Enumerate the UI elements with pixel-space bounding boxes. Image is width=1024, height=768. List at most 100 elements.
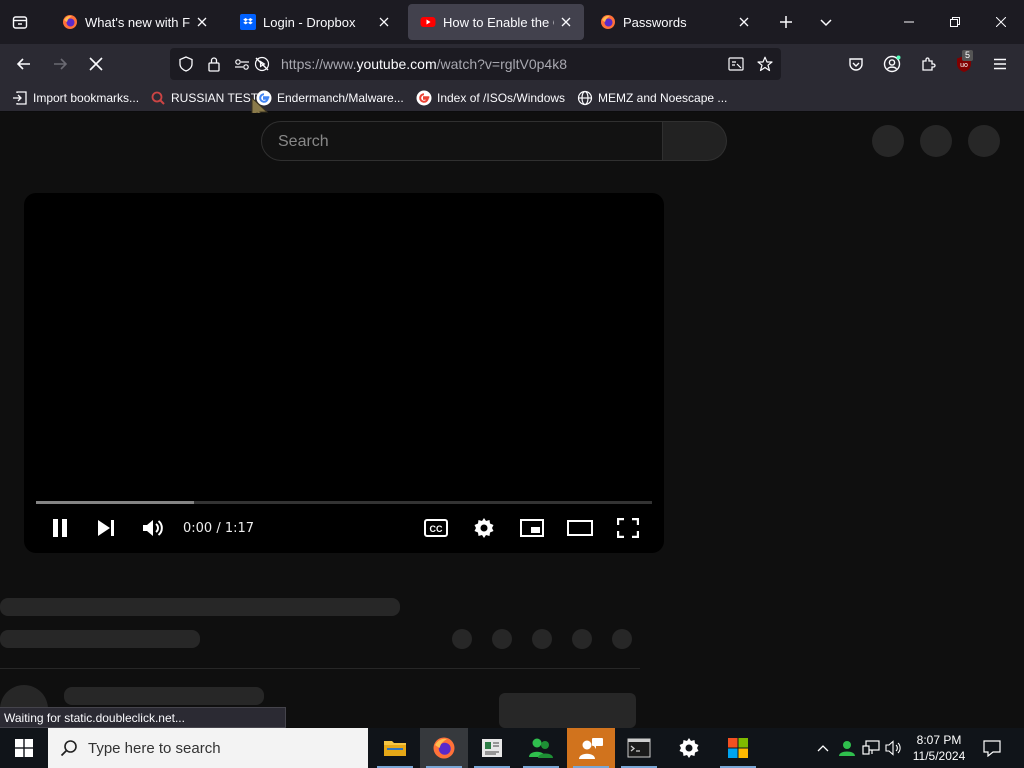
file-explorer-icon[interactable] bbox=[371, 728, 419, 768]
subscribe-placeholder bbox=[499, 693, 636, 728]
autoplay-blocked-icon[interactable] bbox=[254, 56, 270, 72]
url-text[interactable]: https://www.youtube.com/watch?v=rgltV0p4… bbox=[281, 56, 567, 72]
dropbox-icon bbox=[240, 14, 256, 30]
new-tab-icon[interactable] bbox=[770, 6, 802, 38]
terminal-icon[interactable] bbox=[615, 728, 663, 768]
firefox-icon bbox=[600, 14, 616, 30]
tab-title: Login - Dropbox bbox=[263, 14, 356, 30]
video-progress-bar[interactable] bbox=[36, 501, 652, 504]
subtitle-placeholder bbox=[0, 630, 200, 648]
bookmark-label: Index of /ISOs/Windows bbox=[437, 91, 566, 105]
status-panel: Waiting for static.doubleclick.net... bbox=[0, 707, 286, 728]
google-icon bbox=[416, 90, 432, 106]
show-hidden-icons-chevron-icon[interactable] bbox=[813, 738, 833, 758]
store-icon[interactable] bbox=[714, 728, 762, 768]
action-placeholder bbox=[572, 629, 592, 649]
import-icon bbox=[12, 90, 28, 106]
back-icon[interactable] bbox=[8, 48, 40, 80]
tab-title: What's new with Firefox bbox=[85, 14, 190, 30]
network-icon[interactable] bbox=[861, 738, 881, 758]
video-buffer-fill bbox=[36, 501, 195, 504]
ublock-origin-icon[interactable]: uo 5 bbox=[948, 48, 980, 80]
tab-whats-new[interactable]: What's new with Firefox bbox=[50, 4, 220, 40]
forward-icon[interactable] bbox=[44, 48, 76, 80]
taskbar-search-box[interactable]: Type here to search bbox=[48, 728, 368, 768]
bookmark-label: Endermanch/Malware... bbox=[277, 91, 404, 105]
next-video-icon[interactable] bbox=[88, 514, 124, 542]
people-tray-icon[interactable] bbox=[837, 738, 857, 758]
minimize-icon[interactable] bbox=[886, 0, 932, 44]
pocket-icon[interactable] bbox=[840, 48, 872, 80]
contacts-icon[interactable] bbox=[567, 728, 615, 768]
app-menu-icon[interactable] bbox=[984, 48, 1016, 80]
notifications-icon[interactable] bbox=[982, 738, 1002, 758]
firefox-taskbar-icon[interactable] bbox=[420, 728, 468, 768]
tab-passwords[interactable]: Passwords bbox=[588, 4, 762, 40]
action-placeholder bbox=[532, 629, 552, 649]
stop-loading-icon[interactable] bbox=[80, 48, 112, 80]
url-path: /watch?v=rgltV0p4k8 bbox=[436, 56, 567, 72]
volume-tray-icon[interactable] bbox=[884, 738, 904, 758]
header-placeholder-circle bbox=[968, 125, 1000, 157]
tab-dropbox[interactable]: Login - Dropbox bbox=[228, 4, 402, 40]
bookmark-label: RUSSIAN TEST bbox=[171, 91, 259, 105]
windows-taskbar: Type here to search 8:07 PM 11/5/2024 bbox=[0, 728, 1024, 768]
firefox-icon bbox=[62, 14, 78, 30]
title-placeholder bbox=[0, 598, 400, 616]
svg-text:CC: CC bbox=[430, 524, 443, 534]
settings-gear-icon[interactable] bbox=[466, 514, 502, 542]
restore-icon[interactable] bbox=[932, 0, 978, 44]
header-placeholder-circle bbox=[872, 125, 904, 157]
tracking-protection-shield-icon[interactable] bbox=[178, 56, 194, 72]
close-tab-icon[interactable] bbox=[732, 10, 756, 34]
bookmark-import[interactable]: Import bookmarks... bbox=[12, 89, 139, 107]
tab-youtube-active[interactable]: How to Enable the On-Screen Keyboard bbox=[408, 4, 584, 40]
youtube-search-button[interactable] bbox=[663, 121, 727, 161]
bookmark-star-icon[interactable] bbox=[757, 56, 773, 72]
settings-taskbar-icon[interactable] bbox=[665, 728, 713, 768]
bookmark-russian-test[interactable]: RUSSIAN TEST bbox=[150, 89, 258, 107]
address-bar[interactable]: https://www.youtube.com/watch?v=rgltV0p4… bbox=[170, 48, 781, 80]
search-placeholder: Search bbox=[278, 133, 329, 150]
bookmarks-toolbar: Import bookmarks... RUSSIAN TEST Enderma… bbox=[0, 84, 1024, 112]
account-icon[interactable] bbox=[876, 48, 908, 80]
extensions-icon[interactable] bbox=[912, 48, 944, 80]
fullscreen-icon[interactable] bbox=[610, 514, 646, 542]
lock-icon[interactable] bbox=[207, 56, 221, 72]
close-tab-icon[interactable] bbox=[190, 10, 214, 34]
video-time: 0:00 / 1:17 bbox=[183, 521, 255, 536]
windows-start-icon[interactable] bbox=[0, 728, 48, 768]
volume-icon[interactable] bbox=[135, 514, 171, 542]
taskbar-search-placeholder: Type here to search bbox=[88, 739, 221, 757]
tab-strip: What's new with Firefox Login - Dropbox … bbox=[0, 0, 1024, 44]
bookmark-memz[interactable]: MEMZ and Noescape ... bbox=[577, 89, 727, 107]
list-all-tabs-icon[interactable] bbox=[810, 6, 842, 38]
url-domain: youtube.com bbox=[356, 56, 437, 72]
close-tab-icon[interactable] bbox=[372, 10, 396, 34]
action-placeholder bbox=[452, 629, 472, 649]
action-placeholder bbox=[612, 629, 632, 649]
theater-mode-icon[interactable] bbox=[562, 514, 598, 542]
bookmark-index-isos[interactable]: Index of /ISOs/Windows bbox=[416, 89, 565, 107]
permissions-icon[interactable] bbox=[234, 56, 250, 72]
svg-text:uo: uo bbox=[960, 62, 968, 69]
news-icon[interactable] bbox=[468, 728, 516, 768]
firefox-view-icon[interactable] bbox=[4, 6, 36, 38]
reader-view-icon[interactable] bbox=[728, 56, 744, 72]
close-tab-icon[interactable] bbox=[554, 10, 578, 34]
miniplayer-icon[interactable] bbox=[514, 514, 550, 542]
magnifier-icon bbox=[150, 90, 166, 106]
bookmark-endermanch[interactable]: Endermanch/Malware... bbox=[256, 89, 404, 107]
close-window-icon[interactable] bbox=[978, 0, 1024, 44]
clock-time: 8:07 PM bbox=[916, 733, 962, 747]
clock-date: 11/5/2024 bbox=[912, 749, 966, 763]
people-icon[interactable] bbox=[517, 728, 565, 768]
action-placeholder bbox=[492, 629, 512, 649]
bookmark-label: Import bookmarks... bbox=[33, 91, 140, 105]
video-player[interactable]: 0:00 / 1:17 CC bbox=[24, 193, 664, 553]
captions-icon[interactable]: CC bbox=[418, 514, 454, 542]
taskbar-clock[interactable]: 8:07 PM 11/5/2024 bbox=[906, 732, 972, 764]
youtube-page: Search 0:00 / 1:17 CC bbox=[0, 113, 1024, 728]
pause-icon[interactable] bbox=[42, 514, 78, 542]
youtube-search-input[interactable]: Search bbox=[261, 121, 663, 161]
